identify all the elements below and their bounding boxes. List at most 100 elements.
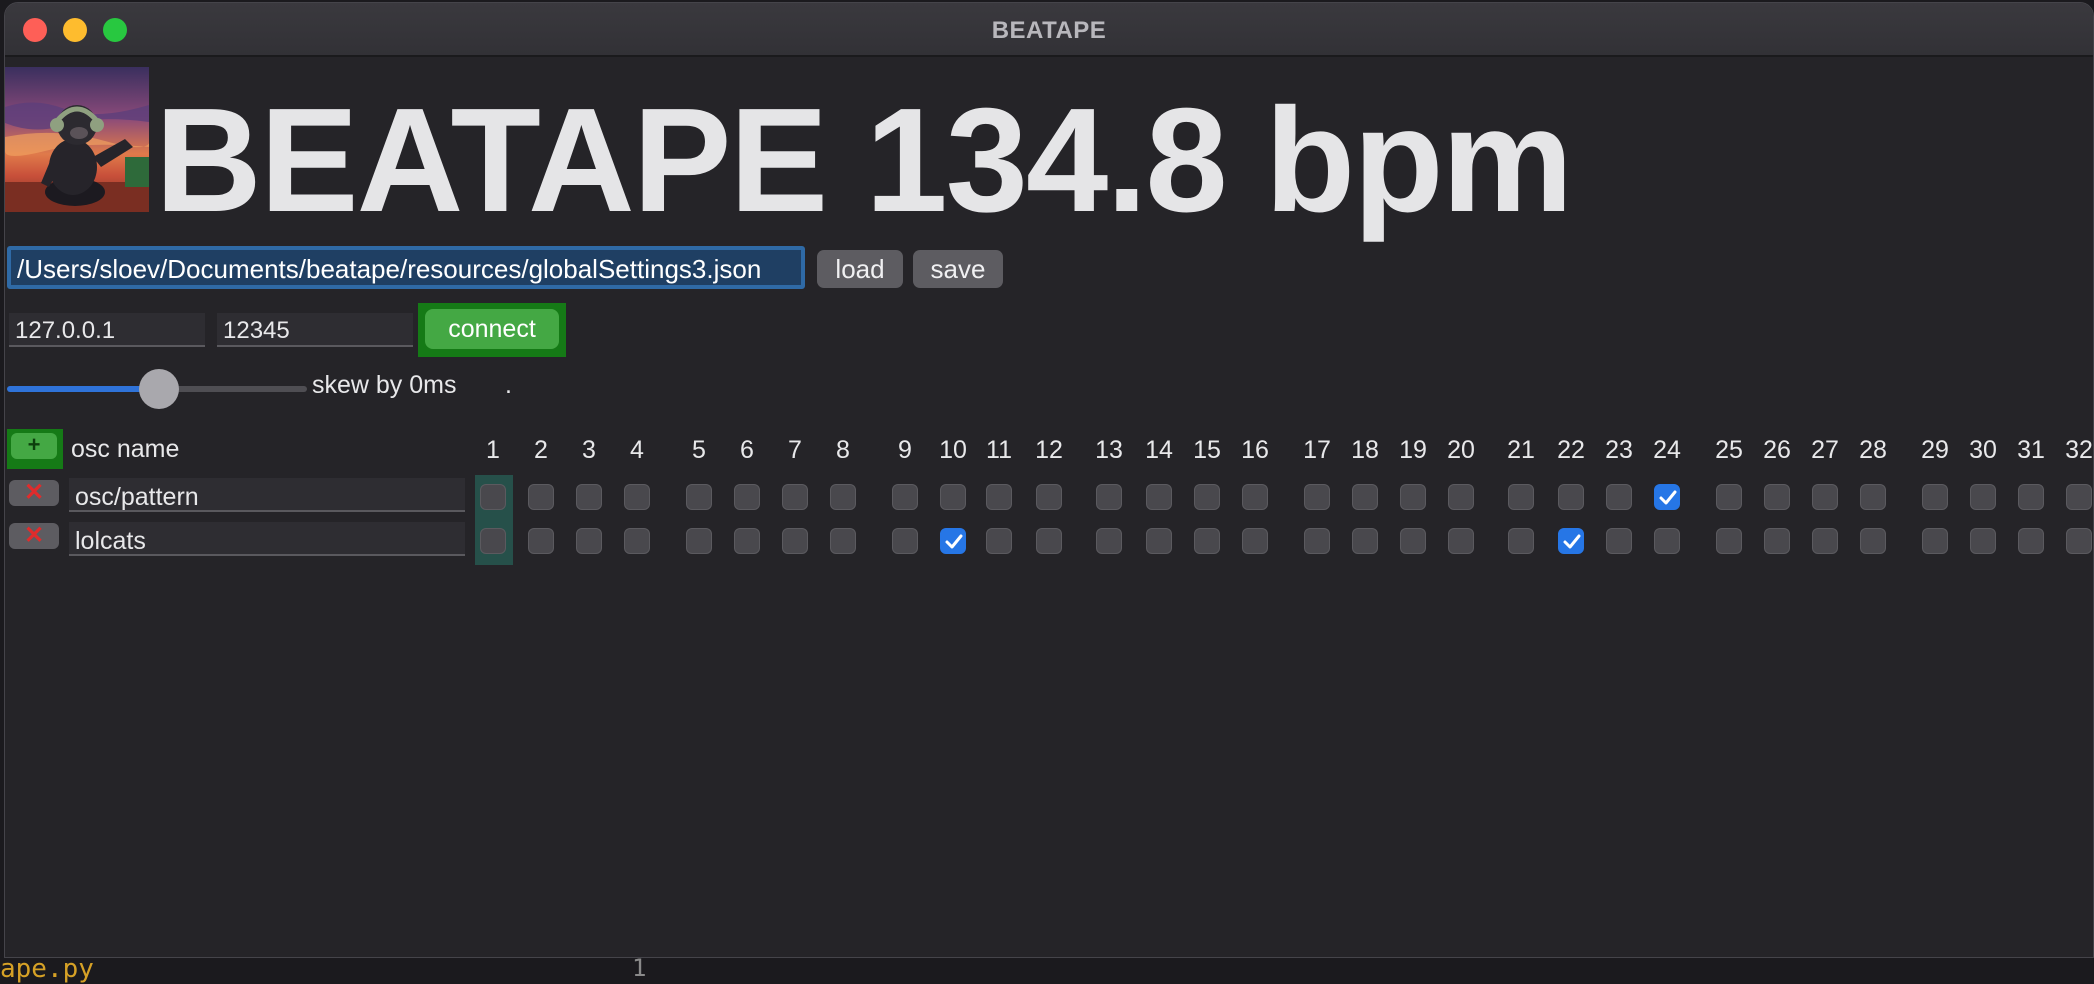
step-checkbox[interactable] — [1860, 528, 1886, 554]
step-checkbox[interactable] — [1400, 484, 1426, 510]
step-number-29: 29 — [1921, 436, 1949, 464]
step-checkbox[interactable] — [1194, 528, 1220, 554]
step-checkbox[interactable] — [1716, 528, 1742, 554]
step-number-7: 7 — [788, 436, 802, 464]
step-checkbox[interactable] — [576, 484, 602, 510]
step-checkbox[interactable] — [1096, 484, 1122, 510]
step-number-28: 28 — [1859, 436, 1887, 464]
step-checkbox[interactable] — [940, 484, 966, 510]
skew-slider-track[interactable] — [159, 386, 307, 392]
step-checkbox[interactable] — [1764, 528, 1790, 554]
step-checkbox[interactable] — [892, 528, 918, 554]
checkmark-icon — [1563, 534, 1581, 549]
step-checkbox[interactable] — [1508, 528, 1534, 554]
step-checkbox[interactable] — [624, 484, 650, 510]
step-number-15: 15 — [1193, 436, 1221, 464]
step-checkbox[interactable] — [2066, 484, 2092, 510]
load-button[interactable]: load — [817, 250, 903, 288]
step-number-1: 1 — [486, 436, 500, 464]
save-button[interactable]: save — [913, 250, 1003, 288]
osc-name-header: osc name — [71, 435, 180, 463]
step-checkbox[interactable] — [1970, 528, 1996, 554]
step-checkbox[interactable] — [1352, 528, 1378, 554]
step-checkbox[interactable] — [2018, 484, 2044, 510]
step-checkbox[interactable] — [986, 484, 1012, 510]
step-checkbox[interactable] — [1764, 484, 1790, 510]
osc-name-input[interactable]: osc/pattern — [69, 478, 465, 512]
step-checkbox[interactable] — [830, 528, 856, 554]
settings-path-input[interactable]: /Users/sloev/Documents/beatape/resources… — [7, 246, 805, 289]
step-checkbox[interactable] — [734, 484, 760, 510]
step-checkbox[interactable] — [1242, 528, 1268, 554]
background-editor-line-number: 1 — [632, 954, 647, 982]
step-checkbox[interactable] — [1508, 484, 1534, 510]
step-checkbox[interactable] — [1036, 528, 1062, 554]
step-number-22: 22 — [1557, 436, 1585, 464]
add-row-button[interactable]: + — [11, 433, 57, 459]
step-checkbox[interactable] — [1304, 528, 1330, 554]
step-checkbox[interactable] — [1304, 484, 1330, 510]
step-checkbox[interactable] — [528, 484, 554, 510]
step-checkbox[interactable] — [480, 528, 506, 554]
step-checkbox[interactable] — [1400, 528, 1426, 554]
step-checkbox[interactable] — [1812, 528, 1838, 554]
osc-name-input[interactable]: lolcats — [69, 522, 465, 556]
step-checkbox[interactable] — [1242, 484, 1268, 510]
skew-label: skew by 0ms — [312, 371, 457, 399]
step-checkbox[interactable] — [1194, 484, 1220, 510]
step-checkbox[interactable] — [686, 484, 712, 510]
delete-row-button[interactable]: ✕ — [9, 480, 59, 506]
connect-button[interactable]: connect — [425, 309, 559, 349]
step-checkbox[interactable] — [782, 528, 808, 554]
step-number-18: 18 — [1351, 436, 1379, 464]
step-checkbox[interactable] — [1558, 528, 1584, 554]
step-checkbox[interactable] — [1922, 484, 1948, 510]
ip-address-input[interactable]: 127.0.0.1 — [9, 313, 205, 347]
step-checkbox[interactable] — [1922, 528, 1948, 554]
background-editor-filename: ape.py — [0, 954, 94, 984]
step-checkbox[interactable] — [1036, 484, 1062, 510]
window-title: BEATAPE — [991, 17, 1107, 44]
step-checkbox[interactable] — [576, 528, 602, 554]
step-number-13: 13 — [1095, 436, 1123, 464]
step-checkbox[interactable] — [2066, 528, 2092, 554]
step-checkbox[interactable] — [1448, 484, 1474, 510]
port-input[interactable]: 12345 — [217, 313, 413, 347]
delete-row-button[interactable]: ✕ — [9, 523, 59, 549]
step-checkbox[interactable] — [1606, 528, 1632, 554]
step-checkbox[interactable] — [624, 528, 650, 554]
step-checkbox[interactable] — [1812, 484, 1838, 510]
step-checkbox[interactable] — [1096, 528, 1122, 554]
step-checkbox[interactable] — [1654, 484, 1680, 510]
step-number-3: 3 — [582, 436, 596, 464]
step-checkbox[interactable] — [1716, 484, 1742, 510]
step-checkbox[interactable] — [1860, 484, 1886, 510]
step-checkbox[interactable] — [1606, 484, 1632, 510]
step-checkbox[interactable] — [986, 528, 1012, 554]
step-checkbox[interactable] — [830, 484, 856, 510]
step-checkbox[interactable] — [782, 484, 808, 510]
step-indicator: . — [505, 371, 512, 399]
step-checkbox[interactable] — [2018, 528, 2044, 554]
skew-slider-handle[interactable] — [139, 369, 179, 409]
step-checkbox[interactable] — [892, 484, 918, 510]
step-checkbox[interactable] — [734, 528, 760, 554]
step-checkbox[interactable] — [1448, 528, 1474, 554]
step-checkbox[interactable] — [940, 528, 966, 554]
title-bar[interactable]: BEATAPE — [5, 3, 2093, 57]
step-checkbox[interactable] — [528, 528, 554, 554]
step-number-2: 2 — [534, 436, 548, 464]
step-checkbox[interactable] — [1654, 528, 1680, 554]
step-number-9: 9 — [898, 436, 912, 464]
step-number-23: 23 — [1605, 436, 1633, 464]
step-checkbox[interactable] — [1146, 484, 1172, 510]
step-checkbox[interactable] — [480, 484, 506, 510]
step-number-25: 25 — [1715, 436, 1743, 464]
step-number-20: 20 — [1447, 436, 1475, 464]
step-checkbox[interactable] — [686, 528, 712, 554]
step-checkbox[interactable] — [1352, 484, 1378, 510]
step-number-27: 27 — [1811, 436, 1839, 464]
step-checkbox[interactable] — [1970, 484, 1996, 510]
step-checkbox[interactable] — [1558, 484, 1584, 510]
step-checkbox[interactable] — [1146, 528, 1172, 554]
